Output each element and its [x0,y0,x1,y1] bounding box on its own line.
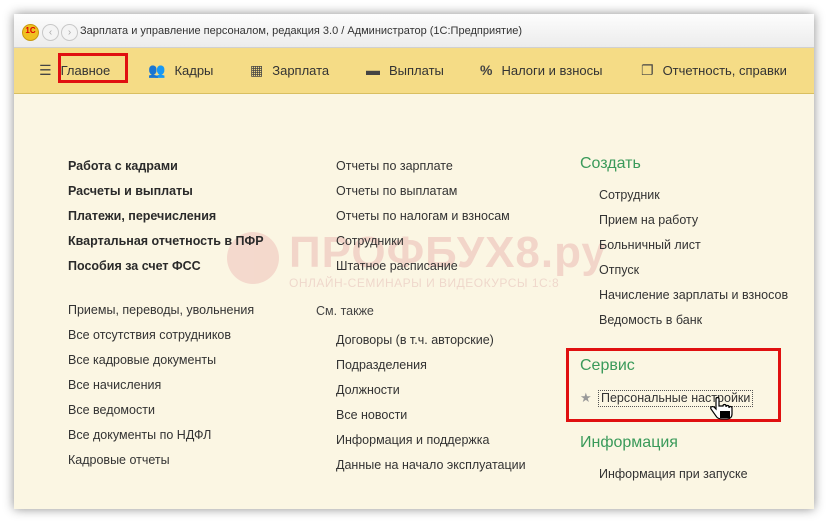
link-informaciya-i-podderzhka[interactable]: Информация и поддержка [336,432,489,448]
link-shtatnoe-raspisanie[interactable]: Штатное расписание [336,258,458,274]
section-reports-label: Отчетность, справки [662,63,787,78]
documents-icon: ❐ [641,62,654,78]
link-priemy-perevody[interactable]: Приемы, переводы, увольнения [68,302,254,318]
section-reports[interactable]: ❐ Отчетность, справки [641,59,787,81]
link-sotrudniki[interactable]: Сотрудники [336,233,404,249]
group-title-sozdat: Создать [580,155,641,172]
wallet-icon: ▬ [366,62,380,78]
link-raschety-i-vyplaty[interactable]: Расчеты и выплаты [68,183,193,199]
create-bolnichnyy[interactable]: Больничный лист [599,237,701,253]
app-window: 1С ‹ › Зарплата и управление персоналом,… [14,14,814,509]
link-vse-kadrovye-dokumenty[interactable]: Все кадровые документы [68,352,216,368]
create-nachislenie-zarplaty[interactable]: Начисление зарплаты и взносов [599,287,788,303]
link-vse-otsutstviya[interactable]: Все отсутствия сотрудников [68,327,231,343]
1c-logo-icon: 1С [22,24,39,41]
percent-icon: % [480,62,493,78]
section-panel: ☰ Главное 👥 Кадры ▦ Зарплата ▬ Выплаты % Нало… [14,48,814,94]
link-vse-vedomosti[interactable]: Все ведомости [68,402,155,418]
link-platezhi[interactable]: Платежи, перечисления [68,208,216,224]
link-otchety-po-zarplate[interactable]: Отчеты по зарплате [336,158,453,174]
forward-icon[interactable]: › [61,24,78,41]
star-icon[interactable]: ★ [580,390,592,406]
people-icon: 👥 [148,62,166,78]
link-rabota-s-kadrami[interactable]: Работа с кадрами [68,158,178,174]
link-vse-nachisleniya[interactable]: Все начисления [68,377,161,393]
section-zarplata[interactable]: ▦ Зарплата [250,59,329,81]
link-kvartalnaya-otchetnost[interactable]: Квартальная отчетность в ПФР [68,233,264,249]
link-vse-dokumenty-ndfl[interactable]: Все документы по НДФЛ [68,427,211,443]
section-kadry[interactable]: 👥 Кадры [148,59,213,81]
group-title-informaciya: Информация [580,434,678,451]
create-sotrudnik[interactable]: Сотрудник [599,187,660,203]
link-dogovory[interactable]: Договоры (в т.ч. авторские) [336,332,494,348]
link-kadrovye-otchety[interactable]: Кадровые отчеты [68,452,170,468]
create-priem-na-rabotu[interactable]: Прием на работу [599,212,698,228]
link-vse-novosti[interactable]: Все новости [336,407,407,423]
section-taxes[interactable]: % Налоги и взносы [480,59,603,81]
link-podrazdeleniya[interactable]: Подразделения [336,357,427,373]
create-otpusk[interactable]: Отпуск [599,262,639,278]
calculator-icon: ▦ [250,62,264,78]
link-posobiya-fss[interactable]: Пособия за счет ФСС [68,258,201,274]
link-otchety-po-vyplatam[interactable]: Отчеты по выплатам [336,183,457,199]
group-title-servis: Сервис [580,357,635,374]
link-dolzhnosti[interactable]: Должности [336,382,400,398]
back-icon[interactable]: ‹ [42,24,59,41]
link-informaciya-pri-zapuske[interactable]: Информация при запуске [599,466,748,482]
section-vyplaty-label: Выплаты [389,63,444,78]
menu-lines-icon: ☰ [39,62,52,78]
window-title: Зарплата и управление персоналом, редакц… [80,25,523,37]
see-also-label: См. также [316,304,374,318]
watermark-subtitle: ОНЛАЙН-СЕМИНАРЫ И ВИДЕОКУРСЫ 1С:8 [289,276,560,290]
section-kadry-label: Кадры [174,63,214,78]
section-vyplaty[interactable]: ▬ Выплаты [366,59,444,81]
title-bar: 1С ‹ › Зарплата и управление персоналом,… [14,14,814,48]
create-vedomost-v-bank[interactable]: Ведомость в банк [599,312,702,328]
link-otchety-po-nalogam[interactable]: Отчеты по налогам и взносам [336,208,510,224]
link-dannye-na-nachalo[interactable]: Данные на начало эксплуатации [336,457,526,473]
highlight-main-frame [58,53,128,83]
section-zarplata-label: Зарплата [272,63,330,78]
section-taxes-label: Налоги и взносы [501,63,603,78]
hand-cursor-icon [710,397,733,420]
